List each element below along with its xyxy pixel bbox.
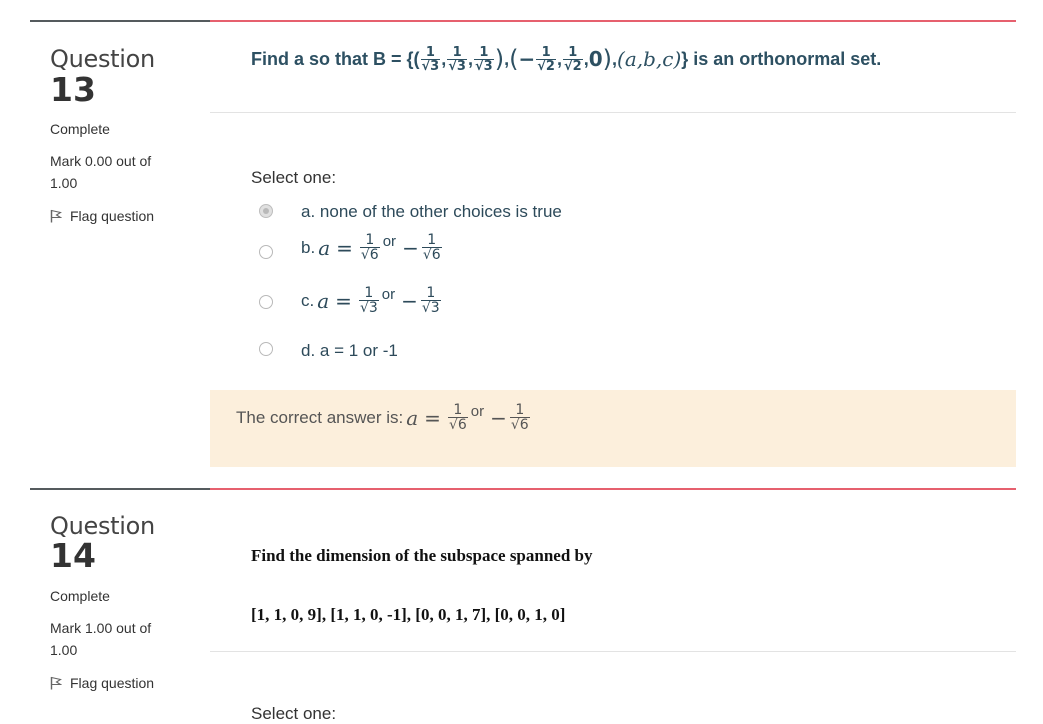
q13-content-divider	[210, 20, 1016, 22]
radio-icon[interactable]	[259, 342, 273, 356]
q14-text-separator	[210, 651, 1016, 652]
fraction: 1 √3	[420, 285, 441, 316]
flag-icon	[50, 676, 62, 690]
q13-select-one: Select one:	[251, 168, 337, 187]
fraction: 1 √6	[421, 232, 442, 263]
q14-select-one: Select one:	[251, 704, 337, 723]
q13-question-text: Find a so that B = {( 1 √3, 1 √3, 1 √3),(− …	[251, 44, 882, 74]
q13-option-a[interactable]: a. none of the other choices is true	[301, 202, 562, 222]
q14-question-text-line2: [1, 1, 0, 9], [1, 1, 0, -1], [0, 0, 1, 7…	[251, 605, 566, 624]
q13-correct-answer: The correct answer is: a = 1 √6 or −1 √6	[236, 402, 530, 433]
q13-mark: Mark 0.00 out of 1.00	[50, 153, 152, 191]
flag-icon	[50, 209, 62, 223]
flag-question-label: Flag question	[70, 208, 155, 224]
q14-question-number: 14	[50, 536, 96, 575]
fraction: 1 √3	[358, 285, 379, 316]
flag-question-label: Flag question	[70, 675, 155, 691]
fraction: 1 √3	[473, 44, 494, 74]
q14-question-text-line1: Find the dimension of the subspace spann…	[251, 546, 593, 565]
q14-flag-question[interactable]: Flag question	[50, 675, 154, 691]
fraction: 1 √3	[447, 44, 467, 74]
q13-option-b[interactable]: b. a = 1 √6 or −1 √6	[301, 233, 443, 262]
radio-icon[interactable]	[259, 204, 273, 218]
q13-question-number: 13	[50, 70, 96, 109]
q14-info-divider	[30, 488, 210, 490]
radio-icon[interactable]	[259, 295, 273, 309]
radio-icon[interactable]	[259, 245, 273, 259]
q13-text-suffix: } is an orthonormal set.	[681, 48, 882, 69]
q13-info-divider	[30, 20, 210, 22]
q13-option-d[interactable]: d. a = 1 or -1	[301, 341, 398, 361]
q14-content-divider	[210, 488, 1016, 490]
q13-question-label: Question	[50, 45, 155, 73]
fraction: 1 √6	[447, 402, 468, 433]
q14-state: Complete	[50, 588, 110, 604]
q13-text-prefix: Find a so that B = {(	[251, 48, 420, 69]
fraction: 1 √2	[536, 44, 556, 74]
q13-option-c[interactable]: c. a = 1 √3 or −1 √3	[301, 286, 442, 315]
fraction: 1 √6	[509, 402, 530, 433]
fraction: 1 √3	[420, 44, 441, 74]
fraction: 1 √6	[359, 232, 380, 263]
fraction: 1 √2	[562, 44, 583, 74]
q14-mark: Mark 1.00 out of 1.00	[50, 620, 152, 658]
q13-state: Complete	[50, 121, 110, 137]
q13-flag-question[interactable]: Flag question	[50, 208, 154, 224]
q13-text-separator	[210, 112, 1016, 113]
